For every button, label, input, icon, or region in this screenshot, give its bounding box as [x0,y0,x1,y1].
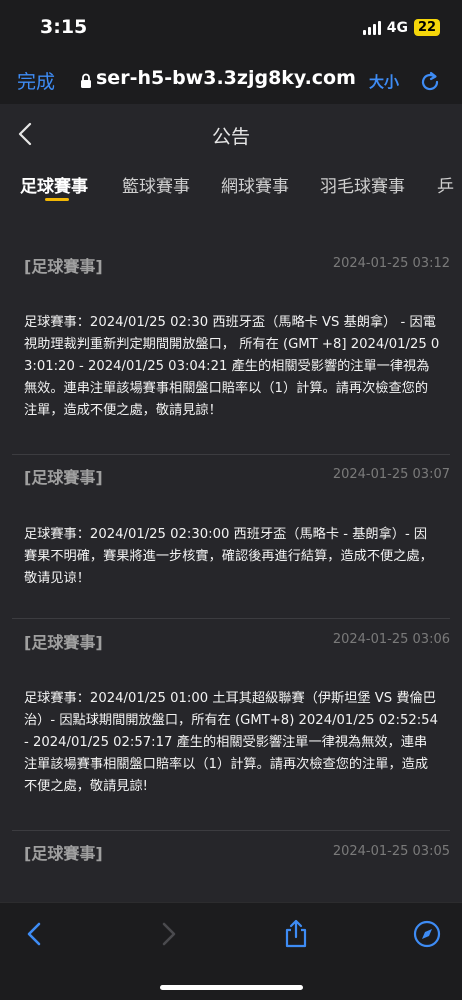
status-time: 3:15 [40,16,88,38]
tab-football[interactable]: 足球賽事 [20,172,88,197]
done-button[interactable]: 完成 [17,67,55,94]
announcement-date: 2024-01-25 03:05 [332,844,450,859]
active-tab-indicator [45,198,69,201]
url-field[interactable]: ser-h5-bw3.3zjg8ky.com [96,67,358,89]
page-title: 公告 [211,126,250,148]
divider [12,618,450,619]
lock-icon [81,73,91,88]
compass-icon[interactable] [412,919,442,949]
tab-badminton[interactable]: 羽毛球賽事 [320,172,405,197]
signal-icon [362,20,381,35]
divider [12,830,450,831]
announcement-body: 足球賽事：2024/01/25 02:30:00 西班牙盃（馬略卡 - 基朗拿）… [24,527,433,586]
status-indicators: 4G 22 [362,19,440,36]
network-type: 4G [386,19,408,36]
announcement-category: [足球賽事] [24,844,103,863]
status-bar: 3:15 4G 22 [0,0,462,58]
announcement-category: [足球賽事] [24,257,103,276]
tab-tennis[interactable]: 網球賽事 [221,172,289,197]
share-icon[interactable] [281,919,311,949]
forward-icon[interactable] [153,919,183,949]
tab-basketball[interactable]: 籃球賽事 [122,172,190,197]
announcement-category: [足球賽事] [24,468,103,487]
announcement-list: [足球賽事] 2024-01-25 03:12 足球賽事：2024/01/25 … [0,210,462,902]
text-size-button[interactable]: 大小 [369,71,399,92]
divider [12,454,450,455]
category-tabs: 足球賽事 籃球賽事 網球賽事 羽毛球賽事 乒 [0,162,462,210]
announcement-date: 2024-01-25 03:07 [332,467,450,482]
announcement-category: [足球賽事] [24,633,103,652]
announcement-body: 足球賽事：2024/01/25 01:00 土耳其超級聯賽（伊斯坦堡 VS 費倫… [24,691,438,794]
page-header: 公告 [0,104,462,162]
reload-icon[interactable] [418,70,442,94]
tab-table-tennis[interactable]: 乒 [437,172,454,197]
back-icon[interactable] [20,919,50,949]
battery-icon: 22 [414,19,440,36]
browser-address-bar: 完成 ser-h5-bw3.3zjg8ky.com 大小 [0,58,462,104]
announcement-body: 足球賽事：2024/01/25 02:30 西班牙盃（馬略卡 VS 基朗拿） -… [24,315,440,418]
announcement-date: 2024-01-25 03:12 [332,256,450,271]
home-indicator [160,985,303,990]
announcement-date: 2024-01-25 03:06 [332,632,450,647]
